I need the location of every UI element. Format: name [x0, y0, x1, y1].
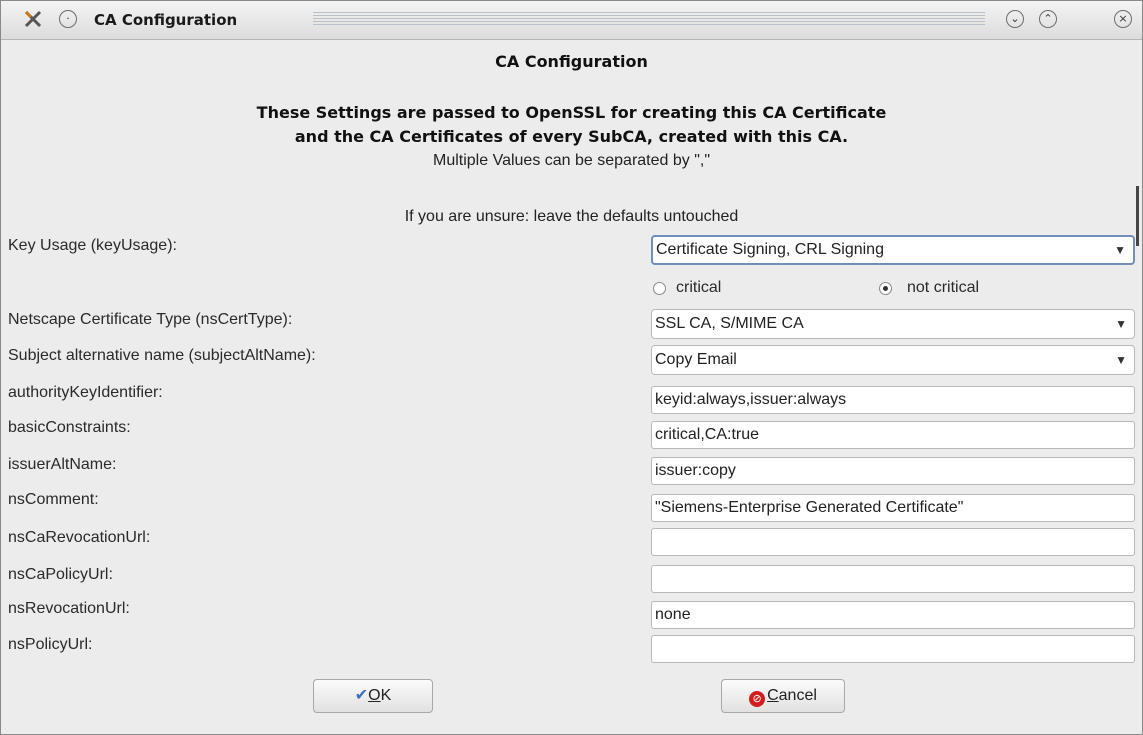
titlebar[interactable]: · CA Configuration ⌄ ⌃ ×: [1, 1, 1142, 40]
dialog-heading: CA Configuration: [495, 52, 648, 71]
dialog-content: CA Configuration These Settings are pass…: [1, 39, 1142, 734]
ca-config-dialog: · CA Configuration ⌄ ⌃ × CA Configuratio…: [0, 0, 1143, 735]
ns-policy-url-input[interactable]: [651, 635, 1135, 663]
window-title: CA Configuration: [94, 11, 238, 29]
key-usage-value: Certificate Signing, CRL Signing: [656, 241, 884, 258]
chevron-down-icon: ▼: [1115, 353, 1127, 367]
defaults-hint: If you are unsure: leave the defaults un…: [404, 208, 739, 225]
cancel-accel-letter: C: [767, 687, 779, 704]
ns-cert-type-combo[interactable]: SSL CA, S/MIME CA ▼: [651, 309, 1135, 339]
ns-ca-policy-url-input[interactable]: [651, 565, 1135, 593]
radio-selected-icon: [879, 282, 892, 295]
chevron-down-icon: ▼: [1115, 317, 1127, 331]
not-critical-radio[interactable]: not critical: [879, 279, 979, 297]
maximize-icon[interactable]: ⌃: [1039, 10, 1057, 28]
separator-note: Multiple Values can be separated by ",": [433, 152, 710, 169]
scrollbar[interactable]: [1136, 186, 1139, 246]
subject-alt-name-value: Copy Email: [655, 351, 737, 368]
ok-label: K: [380, 687, 392, 704]
ok-button[interactable]: ✔OK: [313, 679, 433, 713]
key-usage-label: Key Usage (keyUsage):: [8, 237, 177, 254]
subject-alt-name-combo[interactable]: Copy Email ▼: [651, 345, 1135, 375]
basic-constraints-label: basicConstraints:: [8, 419, 131, 436]
critical-radio[interactable]: critical: [653, 279, 721, 297]
authority-key-identifier-input[interactable]: keyid:always,issuer:always: [651, 386, 1135, 414]
cancel-button[interactable]: ⊘ Cancel: [721, 679, 845, 713]
sticky-icon[interactable]: ·: [59, 10, 77, 28]
minimize-icon[interactable]: ⌄: [1006, 10, 1024, 28]
authority-key-identifier-label: authorityKeyIdentifier:: [8, 384, 163, 401]
ns-cert-type-label: Netscape Certificate Type (nsCertType):: [8, 311, 293, 328]
cancel-label: ancel: [778, 687, 817, 704]
radio-circle-icon: [653, 282, 666, 295]
ns-cert-type-value: SSL CA, S/MIME CA: [655, 315, 804, 332]
chevron-down-icon: ▼: [1114, 243, 1126, 257]
description-line-1: These Settings are passed to OpenSSL for…: [256, 103, 887, 122]
cancel-icon: ⊘: [749, 691, 766, 707]
ns-comment-label: nsComment:: [8, 491, 99, 508]
key-usage-combo[interactable]: Certificate Signing, CRL Signing ▼: [651, 235, 1135, 265]
ns-revocation-url-label: nsRevocationUrl:: [8, 600, 130, 617]
close-icon[interactable]: ×: [1114, 10, 1132, 28]
ns-policy-url-label: nsPolicyUrl:: [8, 636, 93, 653]
ns-ca-policy-url-label: nsCaPolicyUrl:: [8, 566, 113, 583]
issuer-alt-name-label: issuerAltName:: [8, 456, 117, 473]
ns-revocation-url-input[interactable]: none: [651, 601, 1135, 629]
app-icon[interactable]: [23, 9, 43, 29]
ok-accel-letter: O: [368, 687, 381, 704]
ns-ca-revocation-url-input[interactable]: [651, 528, 1135, 556]
not-critical-label: not critical: [907, 279, 980, 296]
critical-label: critical: [676, 279, 722, 296]
checkmark-icon: ✔: [354, 687, 369, 704]
issuer-alt-name-input[interactable]: issuer:copy: [651, 457, 1135, 485]
titlebar-grip: [313, 12, 985, 26]
ns-ca-revocation-url-label: nsCaRevocationUrl:: [8, 529, 151, 546]
subject-alt-name-label: Subject alternative name (subjectAltName…: [8, 347, 316, 364]
basic-constraints-input[interactable]: critical,CA:true: [651, 421, 1135, 449]
ns-comment-input[interactable]: "Siemens-Enterprise Generated Certificat…: [651, 494, 1135, 522]
description-line-2: and the CA Certificates of every SubCA, …: [294, 127, 849, 146]
